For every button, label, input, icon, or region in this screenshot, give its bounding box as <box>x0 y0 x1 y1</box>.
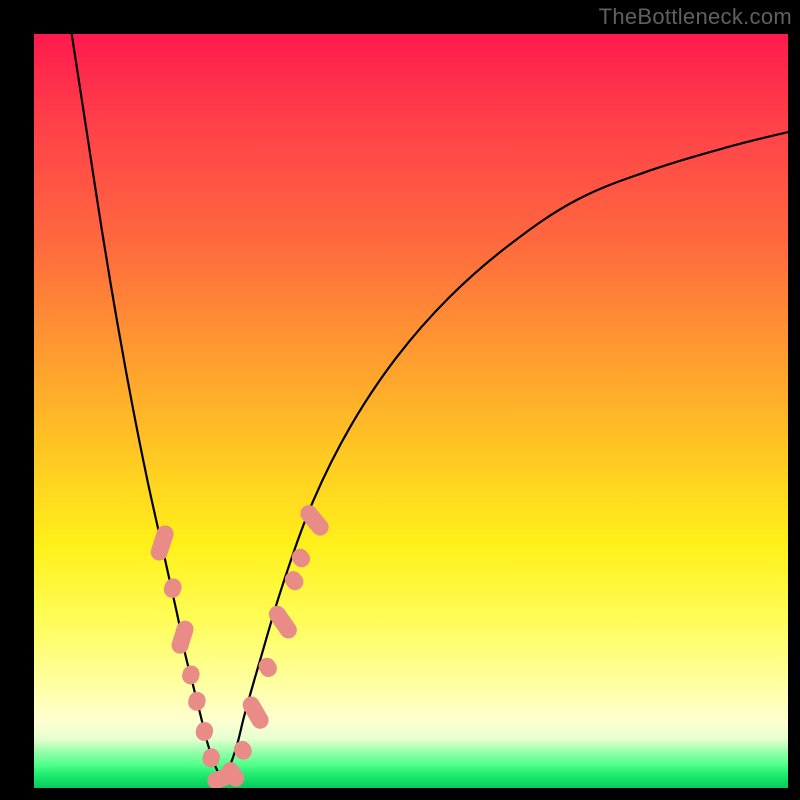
curve-left-branch <box>72 34 223 780</box>
watermark-text: TheBottleneck.com <box>599 4 792 30</box>
marker-point <box>201 747 222 769</box>
chart-frame: TheBottleneck.com <box>0 0 800 800</box>
marker-point <box>162 576 184 600</box>
marker-point <box>281 568 306 594</box>
marker-point <box>255 655 280 681</box>
plot-area <box>34 34 788 788</box>
marker-point <box>194 720 215 743</box>
marker-point <box>288 545 313 570</box>
curve-layer <box>72 34 788 780</box>
curve-right-branch <box>223 132 789 780</box>
chart-svg <box>34 34 788 788</box>
marker-point <box>180 663 202 686</box>
marker-point <box>169 618 195 655</box>
marker-point <box>297 502 332 539</box>
marker-layer <box>149 502 333 788</box>
marker-point <box>231 738 255 763</box>
marker-point <box>149 523 176 563</box>
marker-point <box>186 690 207 713</box>
